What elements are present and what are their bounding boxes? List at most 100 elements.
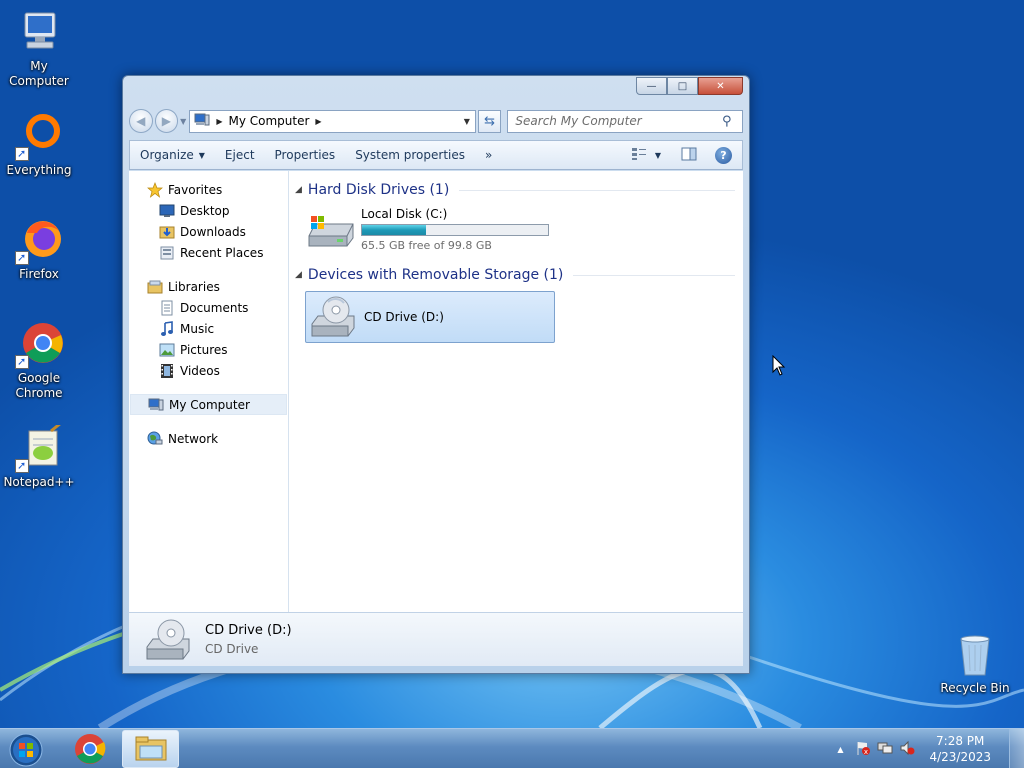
chevron-down-icon: ▼: [198, 150, 205, 160]
collapse-triangle-icon[interactable]: ◢: [295, 185, 302, 195]
nav-desktop[interactable]: Desktop: [129, 200, 288, 221]
windows-orb-icon: [9, 733, 43, 767]
chevron-down-icon: ▼: [654, 150, 661, 160]
refresh-button[interactable]: ⇆: [477, 109, 502, 133]
details-item-name: CD Drive (D:): [205, 623, 292, 638]
shortcut-arrow-icon: [15, 146, 29, 161]
address-dropdown-icon[interactable]: ▼: [459, 117, 475, 126]
nav-libraries[interactable]: Libraries: [129, 276, 288, 297]
chrome-icon: [74, 734, 105, 764]
shortcut-arrow-icon: [15, 250, 29, 265]
nav-documents[interactable]: Documents: [129, 297, 288, 318]
recent-pages-dropdown-icon[interactable]: ▼: [180, 117, 186, 126]
nav-favorites[interactable]: Favorites: [129, 179, 288, 200]
taskbar: ▲ x 7:28 PM 4/23/2023: [0, 728, 1024, 768]
videos-icon: [159, 363, 175, 379]
show-hidden-icons-button[interactable]: ▲: [837, 745, 843, 754]
hard-drive-icon: [307, 210, 355, 250]
computer-small-icon: [148, 397, 164, 413]
desktop-icon-my-computer[interactable]: My Computer: [0, 9, 79, 89]
details-pane: CD Drive (D:) CD Drive: [129, 612, 743, 666]
nav-recent-places[interactable]: Recent Places: [129, 242, 288, 263]
system-properties-button[interactable]: System properties: [345, 141, 475, 169]
start-button[interactable]: [6, 731, 46, 768]
collapse-triangle-icon[interactable]: ◢: [295, 270, 302, 280]
group-header-removable-storage[interactable]: ◢ Devices with Removable Storage (1): [295, 262, 743, 288]
explorer-folder-icon: [135, 736, 166, 761]
nav-network[interactable]: Network: [129, 428, 288, 449]
computer-icon: [15, 9, 63, 57]
breadcrumb-separator-icon[interactable]: ▶: [315, 117, 321, 126]
desktop-icon-firefox[interactable]: Firefox: [0, 217, 79, 282]
search-input[interactable]: Search My Computer ⚲: [507, 109, 743, 133]
cd-drive-icon: [145, 617, 195, 663]
chrome-icon: [15, 321, 63, 369]
more-commands-button[interactable]: »: [475, 141, 502, 169]
back-button[interactable]: ◀: [129, 109, 153, 133]
music-note-icon: [159, 320, 175, 337]
organize-button[interactable]: Organize ▼: [130, 141, 215, 169]
help-icon: ?: [715, 146, 732, 164]
clock[interactable]: 7:28 PM 4/23/2023: [929, 733, 991, 765]
desktop-folder-icon: [159, 203, 175, 219]
recycle-bin-icon: [951, 631, 999, 679]
nav-videos[interactable]: Videos: [129, 360, 288, 381]
shortcut-arrow-icon: [15, 354, 29, 369]
taskbar-chrome-button[interactable]: [61, 730, 118, 768]
close-button[interactable]: ✕: [698, 77, 743, 95]
firefox-icon: [15, 217, 63, 265]
star-icon: [147, 181, 163, 198]
breadcrumb-separator-icon[interactable]: ▶: [216, 117, 222, 126]
recent-places-icon: [159, 245, 175, 261]
address-bar[interactable]: ▶ My Computer ▶ ▼: [189, 109, 476, 133]
shortcut-arrow-icon: [15, 458, 29, 473]
properties-button[interactable]: Properties: [265, 141, 346, 169]
nav-music[interactable]: Music: [129, 318, 288, 339]
preview-pane-icon: [681, 147, 697, 164]
navigation-bar: ◀ ▶ ▼ ▶ My Computer ▶ ▼ ⇆ Search My Comp…: [129, 107, 743, 135]
cd-drive-icon: [310, 294, 360, 340]
eject-button[interactable]: Eject: [215, 141, 265, 169]
downloads-folder-icon: [159, 224, 175, 240]
explorer-window: — □ ✕ ◀ ▶ ▼ ▶ My Computer ▶ ▼ ⇆ Search M…: [122, 75, 750, 674]
taskbar-explorer-button[interactable]: [122, 730, 179, 768]
documents-icon: [159, 300, 175, 316]
system-tray: ▲ x 7:28 PM 4/23/2023: [837, 729, 1024, 768]
svg-text:x: x: [864, 748, 868, 756]
minimize-button[interactable]: —: [636, 77, 667, 95]
desktop-icon-everything[interactable]: Everything: [0, 113, 79, 178]
preview-pane-button[interactable]: [675, 147, 703, 164]
cd-drive-d[interactable]: CD Drive (D:): [305, 291, 555, 343]
disk-usage-bar: [361, 224, 549, 236]
nav-my-computer[interactable]: My Computer: [130, 394, 287, 415]
volume-muted-icon[interactable]: [899, 740, 915, 759]
desktop-icon-notepadpp[interactable]: Notepad++: [0, 421, 79, 490]
computer-small-icon: [194, 113, 210, 130]
help-button[interactable]: ?: [709, 146, 738, 164]
action-center-flag-icon[interactable]: x: [855, 740, 871, 759]
breadcrumb-my-computer[interactable]: My Computer: [228, 114, 309, 128]
everything-search-icon: [15, 113, 63, 161]
pictures-icon: [159, 342, 175, 358]
group-header-hard-disk-drives[interactable]: ◢ Hard Disk Drives (1): [295, 177, 743, 203]
desktop-icon-recycle-bin[interactable]: Recycle Bin: [935, 631, 1015, 696]
search-icon[interactable]: ⚲: [722, 114, 742, 129]
view-options-icon: [631, 147, 647, 164]
change-view-button[interactable]: ▼: [625, 147, 667, 164]
nav-pictures[interactable]: Pictures: [129, 339, 288, 360]
caption-buttons: — □ ✕: [636, 77, 743, 95]
maximize-button[interactable]: □: [667, 77, 698, 95]
details-item-type: CD Drive: [205, 642, 259, 656]
network-status-icon[interactable]: [877, 740, 893, 759]
forward-button[interactable]: ▶: [154, 109, 179, 133]
show-desktop-button[interactable]: [1009, 729, 1024, 768]
network-icon: [147, 431, 163, 447]
content-pane: ◢ Hard Disk Drives (1) Local Disk (C:) 6…: [289, 171, 743, 612]
nav-downloads[interactable]: Downloads: [129, 221, 288, 242]
libraries-icon: [147, 279, 163, 295]
local-disk-c[interactable]: Local Disk (C:) 65.5 GB free of 99.8 GB: [307, 207, 743, 252]
command-bar: Organize ▼ Eject Properties System proper…: [129, 140, 743, 170]
desktop-icon-chrome[interactable]: Google Chrome: [0, 321, 79, 401]
notepadpp-icon: [15, 421, 63, 473]
navigation-pane: Favorites Desktop Downloads Recent Place…: [129, 171, 289, 612]
